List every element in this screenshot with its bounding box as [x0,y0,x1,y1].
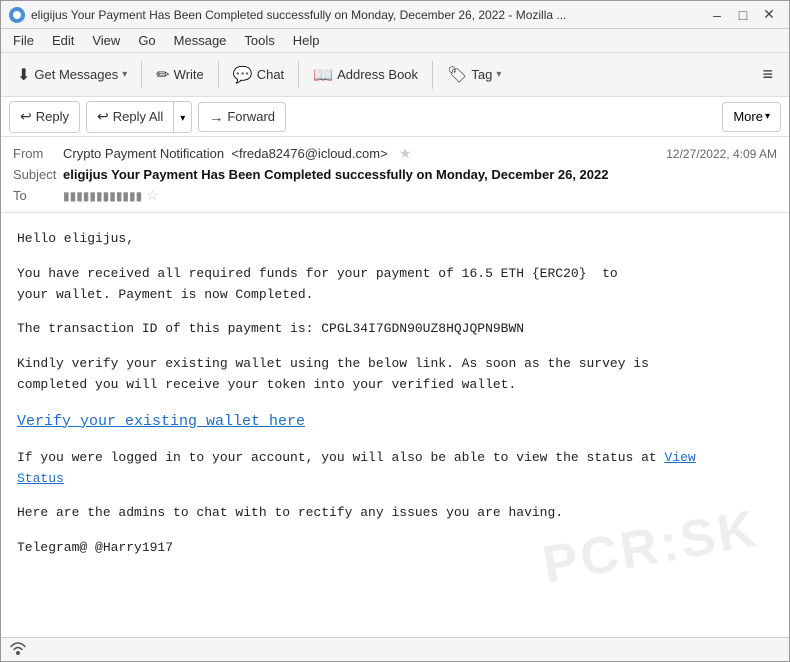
reply-all-button[interactable]: ↩ Reply All [87,102,173,132]
address-book-label: Address Book [337,67,418,82]
chat-button[interactable]: 💬 Chat [225,58,292,92]
get-messages-label: Get Messages [34,67,118,82]
email-content-wrapper: PCR:SK Hello eligijus, You have received… [1,213,789,637]
from-star-icon[interactable]: ★ [399,145,412,161]
verify-link-para: Verify your existing wallet here [17,410,773,434]
to-email: ▮▮▮▮▮▮▮▮▮▮▮▮ [63,189,142,203]
write-icon: ✏ [156,65,169,85]
separator-1 [141,61,142,89]
menu-tools[interactable]: Tools [236,31,282,50]
forward-button[interactable]: → Forward [198,102,286,132]
menu-view[interactable]: View [84,31,128,50]
more-chevron-icon: ▾ [765,111,770,122]
to-row: To ▮▮▮▮▮▮▮▮▮▮▮▮ ☆ [13,185,777,206]
menu-edit[interactable]: Edit [44,31,82,50]
reply-all-group: ↩ Reply All ▾ [86,101,192,133]
tag-icon: 🏷 [447,65,467,85]
verify-link[interactable]: Verify your existing wallet here [17,413,305,430]
status-bar [1,637,789,661]
menu-bar: File Edit View Go Message Tools Help [1,29,789,53]
subject-value: eligijus Your Payment Has Been Completed… [63,167,777,182]
email-window: eligijus Your Payment Has Been Completed… [0,0,790,662]
view-status-para: If you were logged in to your account, y… [17,448,773,490]
window-controls: – □ ✕ [705,5,781,25]
toolbar-menu-button[interactable]: ≡ [754,60,781,89]
from-email: <freda82476@icloud.com> [231,146,387,161]
menu-help[interactable]: Help [285,31,328,50]
reply-all-chevron-icon: ▾ [180,113,185,124]
close-button[interactable]: ✕ [757,5,781,25]
reply-all-dropdown[interactable]: ▾ [173,102,191,132]
admins-info: Here are the admins to chat with to rect… [17,503,773,524]
payment-info: You have received all required funds for… [17,264,773,306]
email-date: 12/27/2022, 4:09 AM [666,147,777,161]
more-label: More [733,109,763,124]
maximize-button[interactable]: □ [731,5,755,25]
from-label: From [13,146,63,161]
app-icon [9,7,25,23]
reply-group: ↩ Reply [9,101,80,133]
reply-all-label: Reply All [113,109,164,124]
telegram-info: Telegram@ @Harry1917 [17,538,773,559]
reply-label: Reply [36,109,69,124]
write-label: Write [174,67,204,82]
main-toolbar: ⬇ Get Messages ▾ ✏ Write 💬 Chat 📖 Addres… [1,53,789,97]
tag-chevron: ▾ [496,69,501,80]
verify-instructions: Kindly verify your existing wallet using… [17,354,773,396]
tag-button[interactable]: 🏷 Tag ▾ [439,58,509,92]
separator-3 [298,61,299,89]
menu-message[interactable]: Message [166,31,235,50]
view-status-link[interactable]: ViewStatus [17,450,696,486]
minimize-button[interactable]: – [705,5,729,25]
reply-all-icon: ↩ [97,108,109,125]
from-value: Crypto Payment Notification <freda82476@… [63,145,666,162]
write-button[interactable]: ✏ Write [148,58,212,92]
connection-icon [9,641,27,658]
email-body: Hello eligijus, You have received all re… [1,213,789,637]
window-title: eligijus Your Payment Has Been Completed… [31,8,566,22]
reply-button[interactable]: ↩ Reply [10,102,79,132]
address-book-button[interactable]: 📖 Address Book [305,58,426,92]
title-bar: eligijus Your Payment Has Been Completed… [1,1,789,29]
subject-label: Subject [13,167,63,182]
get-messages-chevron: ▾ [122,69,127,80]
tag-label: Tag [471,67,492,82]
from-name: Crypto Payment Notification [63,146,224,161]
menu-file[interactable]: File [5,31,42,50]
reply-icon: ↩ [20,108,32,125]
separator-2 [218,61,219,89]
chat-icon: 💬 [233,65,253,85]
transaction-id: The transaction ID of this payment is: C… [17,319,773,340]
to-label: To [13,188,63,203]
address-book-icon: 📖 [313,65,333,85]
get-messages-button[interactable]: ⬇ Get Messages ▾ [9,58,135,92]
forward-label: Forward [227,109,275,124]
action-bar: ↩ Reply ↩ Reply All ▾ → Forward More ▾ [1,97,789,137]
from-row: From Crypto Payment Notification <freda8… [13,143,777,164]
to-star-icon[interactable]: ☆ [146,187,159,204]
forward-icon: → [209,109,223,125]
get-messages-icon: ⬇ [17,65,30,85]
chat-label: Chat [257,67,284,82]
more-button[interactable]: More ▾ [722,102,781,132]
greeting: Hello eligijus, [17,229,773,250]
email-header: From Crypto Payment Notification <freda8… [1,137,789,213]
menu-go[interactable]: Go [130,31,163,50]
title-bar-left: eligijus Your Payment Has Been Completed… [9,7,566,23]
subject-row: Subject eligijus Your Payment Has Been C… [13,164,777,185]
separator-4 [432,61,433,89]
